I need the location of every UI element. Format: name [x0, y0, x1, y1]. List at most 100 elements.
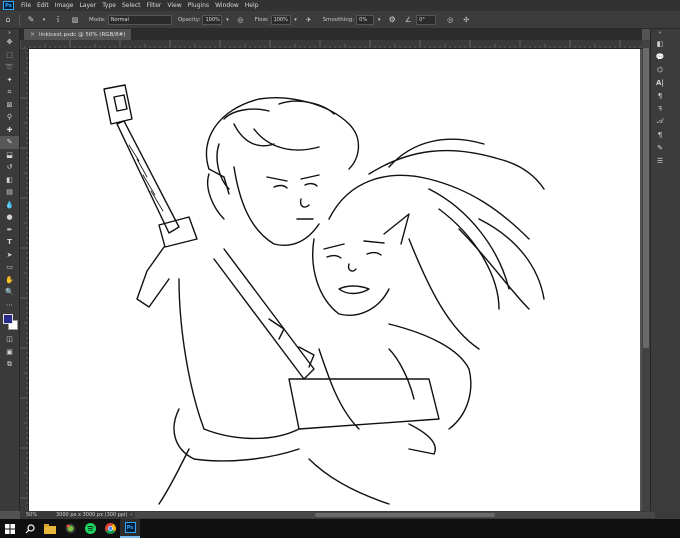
- tools-panel: » ✥ ⬚ ➰ ✦ ⌗ ⊠ ⚲ ✚ ✎ ⬓ ↺ ◧ ▤ 💧 ● ✒ T ➤ ▭ …: [0, 29, 20, 511]
- character-icon[interactable]: A|: [651, 76, 669, 89]
- vertical-ruler: [20, 47, 29, 511]
- right-panel-dock: « ◧ 💬 ⌬ A| ¶ ꟻ 𝒜 ¶ ✎ ☰: [650, 29, 680, 511]
- status-chevron-icon[interactable]: ›: [130, 512, 132, 518]
- menu-image[interactable]: Image: [52, 2, 77, 9]
- brushes-icon[interactable]: ✎: [651, 141, 669, 154]
- document-tab[interactable]: × linkicest.psdc @ 50% (RGB/8#): [24, 29, 132, 40]
- crop-tool-icon[interactable]: ⌗: [0, 86, 19, 99]
- windows-start-icon[interactable]: [0, 519, 20, 538]
- share-icon[interactable]: ⧉: [0, 358, 19, 371]
- angle-input[interactable]: 0°: [416, 14, 437, 25]
- character-styles-icon[interactable]: 𝒜: [651, 115, 669, 128]
- paragraph-styles-icon[interactable]: ¶: [651, 128, 669, 141]
- hand-tool-icon[interactable]: ✋: [0, 274, 19, 287]
- paths-icon[interactable]: ⌬: [651, 63, 669, 76]
- comments-icon[interactable]: 💬: [651, 50, 669, 63]
- clone-stamp-tool-icon[interactable]: ⬓: [0, 149, 19, 162]
- chevron-down-icon[interactable]: ▾: [293, 14, 299, 26]
- marquee-tool-icon[interactable]: ⬚: [0, 49, 19, 62]
- path-selection-tool-icon[interactable]: ➤: [0, 249, 19, 262]
- healing-brush-tool-icon[interactable]: ✚: [0, 124, 19, 137]
- horizontal-scrollbar[interactable]: [135, 512, 655, 518]
- brush-tool-icon[interactable]: ✎: [0, 136, 19, 149]
- mode-select[interactable]: Normal: [107, 14, 172, 25]
- screen-mode-icon[interactable]: ▣: [0, 346, 19, 359]
- document-info[interactable]: 3000 px x 3000 px (300 ppi): [56, 512, 127, 518]
- ruler-ticks: [20, 47, 28, 509]
- zoom-tool-icon[interactable]: 🔍: [0, 286, 19, 299]
- dodge-tool-icon[interactable]: ●: [0, 211, 19, 224]
- symmetry-icon[interactable]: ✣: [460, 14, 472, 26]
- airbrush-icon[interactable]: ✈: [303, 14, 315, 26]
- blur-tool-icon[interactable]: 💧: [0, 199, 19, 212]
- quick-mask-icon[interactable]: ◫: [0, 333, 19, 346]
- horizontal-scroll-thumb[interactable]: [315, 513, 495, 517]
- xbox-app-icon[interactable]: [60, 519, 80, 538]
- eraser-tool-icon[interactable]: ◧: [0, 174, 19, 187]
- flow-input[interactable]: 100%: [270, 14, 291, 25]
- collapse-panel-icon[interactable]: «: [651, 29, 669, 37]
- menu-plugins[interactable]: Plugins: [185, 2, 213, 9]
- color-swatches[interactable]: [0, 311, 19, 333]
- pen-tool-icon[interactable]: ✒: [0, 224, 19, 237]
- smoothing-input[interactable]: 0%: [356, 14, 375, 25]
- windows-taskbar: Ps: [0, 519, 680, 538]
- menu-filter[interactable]: Filter: [144, 2, 165, 9]
- search-icon[interactable]: [20, 519, 40, 538]
- photoshop-logo-icon: Ps: [3, 1, 14, 10]
- status-bar: 50% 3000 px x 3000 px (300 ppi) ›: [20, 511, 680, 519]
- quick-select-tool-icon[interactable]: ✦: [0, 74, 19, 87]
- chevron-down-icon[interactable]: ▾: [224, 14, 230, 26]
- angle-icon: ∠: [405, 15, 412, 24]
- spotify-icon[interactable]: [80, 519, 100, 538]
- zoom-level[interactable]: 50%: [26, 512, 52, 518]
- move-tool-icon[interactable]: ✥: [0, 36, 19, 49]
- document-tab-bar: × linkicest.psdc @ 50% (RGB/8#): [20, 29, 642, 40]
- gradient-tool-icon[interactable]: ▤: [0, 186, 19, 199]
- more-tools-icon[interactable]: ⋯: [0, 299, 19, 312]
- canvas[interactable]: [29, 49, 640, 511]
- menu-file[interactable]: File: [18, 2, 34, 9]
- frame-tool-icon[interactable]: ⊠: [0, 99, 19, 112]
- opacity-input[interactable]: 100%: [202, 14, 223, 25]
- brush-settings-icon[interactable]: ☰: [651, 154, 669, 167]
- history-brush-tool-icon[interactable]: ↺: [0, 161, 19, 174]
- chevron-down-icon[interactable]: ▾: [376, 14, 382, 26]
- expand-panel-icon[interactable]: »: [0, 29, 19, 36]
- menu-layer[interactable]: Layer: [76, 2, 99, 9]
- pressure-size-icon[interactable]: ◎: [444, 14, 456, 26]
- photoshop-taskbar-icon[interactable]: Ps: [120, 519, 140, 538]
- rectangle-tool-icon[interactable]: ▭: [0, 261, 19, 274]
- vertical-scrollbar[interactable]: [642, 40, 650, 511]
- mode-label: Mode:: [89, 16, 106, 23]
- lasso-tool-icon[interactable]: ➰: [0, 61, 19, 74]
- pressure-opacity-icon[interactable]: ◎: [234, 14, 246, 26]
- brush-settings-panel-icon[interactable]: ▨: [69, 14, 81, 26]
- layers-icon[interactable]: ◧: [651, 37, 669, 50]
- divider: [19, 13, 20, 26]
- chevron-down-icon[interactable]: ▾: [41, 14, 47, 26]
- file-explorer-icon[interactable]: [40, 519, 60, 538]
- menu-view[interactable]: View: [164, 2, 184, 9]
- menu-select[interactable]: Select: [119, 2, 144, 9]
- foreground-color-swatch[interactable]: [3, 314, 13, 324]
- vertical-scroll-thumb[interactable]: [643, 48, 649, 348]
- menu-help[interactable]: Help: [242, 2, 262, 9]
- paragraph-icon[interactable]: ¶: [651, 89, 669, 102]
- eyedropper-tool-icon[interactable]: ⚲: [0, 111, 19, 124]
- type-tool-icon[interactable]: T: [0, 236, 19, 249]
- document-tab-title: linkicest.psdc @ 50% (RGB/8#): [39, 31, 126, 38]
- brush-tool-icon[interactable]: ✎: [25, 14, 37, 26]
- brush-preset-picker[interactable]: • 5: [51, 14, 65, 26]
- menu-window[interactable]: Window: [212, 2, 242, 9]
- home-icon[interactable]: ⌂: [2, 14, 14, 26]
- options-bar: ⌂ ✎ ▾ • 5 ▨ Mode: Normal Opacity: 100% ▾…: [0, 11, 680, 29]
- glyphs-icon[interactable]: ꟻ: [651, 102, 669, 115]
- menu-edit[interactable]: Edit: [34, 2, 52, 9]
- menu-type[interactable]: Type: [99, 2, 119, 9]
- chrome-icon[interactable]: [100, 519, 120, 538]
- close-tab-icon[interactable]: ×: [30, 31, 35, 38]
- opacity-label: Opacity:: [177, 16, 201, 23]
- smoothing-label: Smoothing:: [322, 16, 355, 23]
- gear-icon[interactable]: ⚙: [386, 14, 398, 26]
